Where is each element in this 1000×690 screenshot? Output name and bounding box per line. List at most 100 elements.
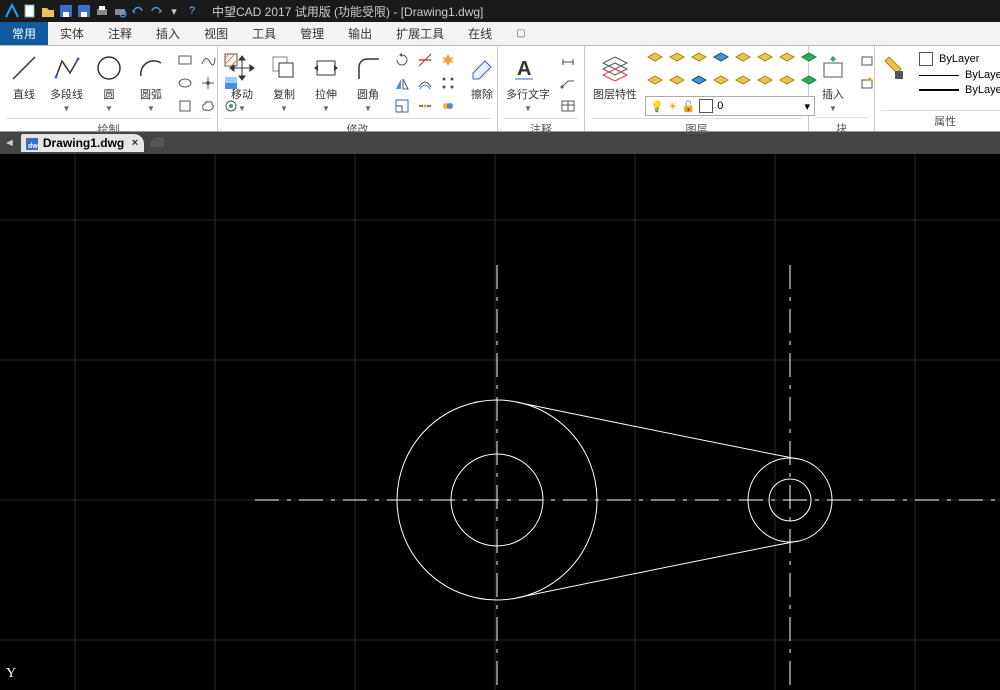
ribbon: 直线 多段线 ▼ 圆 ▼ 圆弧 ▼ [0,46,1000,132]
trim-icon[interactable] [415,50,435,70]
chevron-down-icon: ▼ [280,104,288,113]
print-icon[interactable] [94,3,110,19]
drawing-canvas[interactable]: Y [0,154,1000,690]
help-icon[interactable]: ? [184,3,200,19]
layer-state-1-icon[interactable] [645,50,665,70]
erase-button[interactable]: 擦除 [464,50,500,104]
app-icon[interactable] [4,3,20,19]
qat-dropdown-icon[interactable]: ▾ [166,3,182,19]
undo-icon[interactable] [130,3,146,19]
open-icon[interactable] [40,3,56,19]
save-as-icon[interactable] [76,3,92,19]
stretch-button[interactable]: 拉伸 ▼ [308,50,344,115]
join-icon[interactable] [438,96,458,116]
tab-solid[interactable]: 实体 [48,22,96,45]
tab-scroll-left-icon[interactable]: ◄ [4,137,15,149]
tab-view[interactable]: 视图 [192,22,240,45]
panel-draw: 直线 多段线 ▼ 圆 ▼ 圆弧 ▼ [0,46,218,131]
move-icon [226,52,258,84]
document-tab[interactable]: dwg Drawing1.dwg × [21,134,144,152]
redo-icon[interactable] [148,3,164,19]
tab-tools[interactable]: 工具 [240,22,288,45]
color-swatch [699,99,713,113]
tab-extend[interactable]: 扩展工具 [384,22,456,45]
modify-small-tools [392,50,458,116]
layer-unlock-icon[interactable] [733,73,753,93]
tab-annotate[interactable]: 注释 [96,22,144,45]
chevron-down-icon: ▼ [63,104,71,113]
block-icon [817,52,849,84]
layer-state-2-icon[interactable] [667,50,687,70]
line-sample-icon [919,75,959,76]
print-preview-icon[interactable] [112,3,128,19]
break-icon[interactable] [415,96,435,116]
move-button[interactable]: 移动 ▼ [224,50,260,115]
insert-block-button[interactable]: 插入 ▼ [815,50,851,115]
linetype-bylayer-row[interactable]: ByLayer [919,69,1000,81]
point-icon[interactable] [198,73,218,93]
offset-icon[interactable] [415,73,435,93]
arc-button[interactable]: 圆弧 ▼ [133,50,169,115]
block-create-icon[interactable] [857,50,877,70]
brush-icon [879,52,911,84]
tab-online[interactable]: 在线 [456,22,504,45]
mirror-icon[interactable] [392,73,412,93]
bulb-icon: 💡 [650,100,664,113]
layer-freeze-icon[interactable] [755,73,775,93]
tab-insert[interactable]: 插入 [144,22,192,45]
layer-state-6-icon[interactable] [755,50,775,70]
array-icon[interactable] [438,73,458,93]
revcloud-icon[interactable] [198,96,218,116]
panel-properties: ByLayer ByLayer ByLayer 属性 [875,46,1000,131]
dimension-icon[interactable] [558,50,578,70]
layer-on-icon[interactable] [689,73,709,93]
layer-state-3-icon[interactable] [689,50,709,70]
polyline-button[interactable]: 多段线 ▼ [48,50,85,115]
scale-icon[interactable] [392,96,412,116]
close-icon[interactable]: × [132,137,138,149]
layer-off-icon[interactable] [667,73,687,93]
save-icon[interactable] [58,3,74,19]
polygon-icon[interactable] [175,96,195,116]
circle-button[interactable]: 圆 ▼ [91,50,127,115]
text-icon: A [512,52,544,84]
chevron-down-icon: ▼ [238,104,246,113]
layer-lock-icon[interactable] [711,73,731,93]
layer-state-5-icon[interactable] [733,50,753,70]
spline-icon[interactable] [198,50,218,70]
panel-modify: 移动 ▼ 复制 ▼ 拉伸 ▼ 圆角 ▼ [218,46,498,131]
document-tab-label: Drawing1.dwg [43,136,124,150]
copy-button[interactable]: 复制 ▼ [266,50,302,115]
layer-stack-icon [599,52,631,84]
ellipse-icon[interactable] [175,73,195,93]
mtext-button[interactable]: A 多行文字 ▼ [504,50,552,115]
color-bylayer-row[interactable]: ByLayer [919,52,1000,66]
circle-icon [93,52,125,84]
title-bar: ▾ ? 中望CAD 2017 试用版 (功能受限) - [Drawing1.dw… [0,0,1000,22]
tab-output[interactable]: 输出 [336,22,384,45]
layer-thaw-icon[interactable] [777,73,797,93]
layer-iso-icon[interactable] [645,73,665,93]
leader-icon[interactable] [558,73,578,93]
dwg-file-icon: dwg [25,137,39,151]
match-properties-button[interactable] [881,50,909,86]
new-tab-icon[interactable] [148,133,166,154]
layer-dropdown[interactable]: 💡 ☀ 🔓 0 ▾ [645,96,815,116]
new-file-icon[interactable] [22,3,38,19]
chevron-down-icon: ▼ [147,104,155,113]
block-edit-icon[interactable] [857,73,877,93]
tab-common[interactable]: 常用 [0,22,48,45]
layer-name: 0 [717,100,723,112]
rectangle-icon[interactable] [175,50,195,70]
table-icon[interactable] [558,96,578,116]
tab-overflow-icon[interactable]: ▢ [504,25,537,42]
layer-state-4-icon[interactable] [711,50,731,70]
layer-properties-button[interactable]: 图层特性 [591,50,639,104]
lineweight-bylayer-row[interactable]: ByLayer [919,84,1000,96]
line-button[interactable]: 直线 [6,50,42,104]
rotate-icon[interactable] [392,50,412,70]
layer-state-7-icon[interactable] [777,50,797,70]
explode-icon[interactable] [438,50,458,70]
fillet-button[interactable]: 圆角 ▼ [350,50,386,115]
tab-manage[interactable]: 管理 [288,22,336,45]
